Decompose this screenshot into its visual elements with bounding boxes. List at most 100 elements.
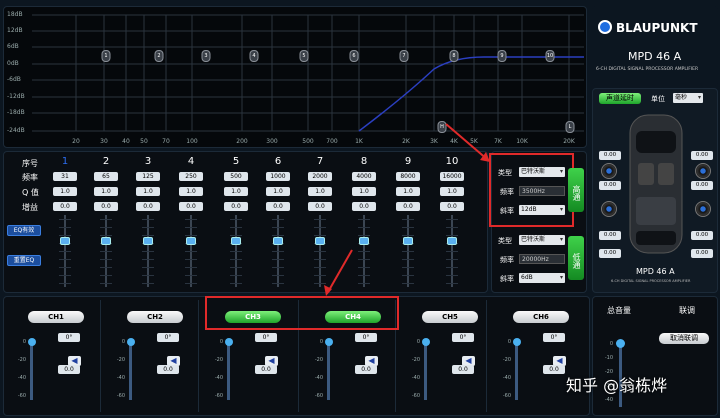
band-gain-input[interactable]: 0.0: [136, 202, 160, 211]
slider-knob[interactable]: [143, 237, 153, 245]
hp-type-select[interactable]: 巴特沃斯: [519, 167, 565, 177]
band-point[interactable]: 3: [201, 50, 211, 62]
hp-freq-input[interactable]: 3500Hz: [519, 186, 565, 196]
band-q-input[interactable]: 1.0: [266, 187, 290, 196]
delay-value[interactable]: 0.00: [599, 151, 621, 160]
channel-volume-value[interactable]: 0.0: [452, 365, 474, 374]
band-freq-input[interactable]: 125: [136, 172, 160, 181]
band-point[interactable]: 10: [545, 50, 555, 62]
band-point[interactable]: 5: [299, 50, 309, 62]
slider-knob[interactable]: [60, 237, 70, 245]
channel-volume-value[interactable]: 0.0: [255, 365, 277, 374]
band-gain-slider[interactable]: [184, 215, 198, 287]
channel-volume-value[interactable]: 0.0: [355, 365, 377, 374]
lowpass-point[interactable]: L: [565, 121, 575, 133]
master-volume-knob[interactable]: [616, 339, 625, 348]
band-gain-slider[interactable]: [58, 215, 72, 287]
slider-knob[interactable]: [359, 237, 369, 245]
band-gain-slider[interactable]: [141, 215, 155, 287]
phase-value[interactable]: 0°: [157, 333, 179, 342]
channel-volume-knob[interactable]: [126, 338, 135, 346]
channel-volume-value[interactable]: 0.0: [543, 365, 565, 374]
band-q-input[interactable]: 1.0: [440, 187, 464, 196]
band-q-input[interactable]: 1.0: [224, 187, 248, 196]
delay-value[interactable]: 0.00: [599, 181, 621, 190]
highpass-point[interactable]: H: [437, 121, 447, 133]
channel-volume-knob[interactable]: [27, 338, 36, 346]
band-q-input[interactable]: 1.0: [352, 187, 376, 196]
band-gain-slider[interactable]: [99, 215, 113, 287]
band-gain-input[interactable]: 0.0: [266, 202, 290, 211]
band-q-input[interactable]: 1.0: [94, 187, 118, 196]
band-gain-slider[interactable]: [229, 215, 243, 287]
speaker-icon[interactable]: [695, 201, 711, 217]
lp-freq-input[interactable]: 20000Hz: [519, 254, 565, 264]
band-point[interactable]: 6: [349, 50, 359, 62]
band-gain-slider[interactable]: [357, 215, 371, 287]
band-gain-input[interactable]: 0.0: [396, 202, 420, 211]
slider-knob[interactable]: [231, 237, 241, 245]
band-gain-slider[interactable]: [271, 215, 285, 287]
channel-volume-value[interactable]: 0.0: [58, 365, 80, 374]
band-q-input[interactable]: 1.0: [308, 187, 332, 196]
band-point[interactable]: 8: [449, 50, 459, 62]
eq-enable-button[interactable]: EQ有效: [7, 225, 41, 236]
channel-volume-knob[interactable]: [224, 338, 233, 346]
delay-value[interactable]: 0.00: [691, 181, 713, 190]
channel-volume-track[interactable]: [515, 340, 518, 400]
band-gain-input[interactable]: 0.0: [53, 202, 77, 211]
band-freq-input[interactable]: 31: [53, 172, 77, 181]
band-point[interactable]: 4: [249, 50, 259, 62]
delay-value[interactable]: 0.00: [599, 249, 621, 258]
band-gain-input[interactable]: 0.0: [94, 202, 118, 211]
band-freq-input[interactable]: 4000: [352, 172, 376, 181]
slider-knob[interactable]: [273, 237, 283, 245]
speaker-icon[interactable]: [601, 163, 617, 179]
band-gain-input[interactable]: 0.0: [352, 202, 376, 211]
phase-value[interactable]: 0°: [355, 333, 377, 342]
channel-volume-value[interactable]: 0.0: [157, 365, 179, 374]
channel-volume-track[interactable]: [327, 340, 330, 400]
band-freq-input[interactable]: 2000: [308, 172, 332, 181]
band-q-input[interactable]: 1.0: [396, 187, 420, 196]
cancel-link-button[interactable]: 取消联调: [659, 333, 709, 344]
band-point[interactable]: 1: [101, 50, 111, 62]
band-point[interactable]: 2: [154, 50, 164, 62]
slider-knob[interactable]: [403, 237, 413, 245]
band-gain-input[interactable]: 0.0: [179, 202, 203, 211]
slider-knob[interactable]: [101, 237, 111, 245]
band-q-input[interactable]: 1.0: [136, 187, 160, 196]
band-freq-input[interactable]: 500: [224, 172, 248, 181]
eq-graph[interactable]: 18dB 12dB 6dB 0dB -6dB -12dB -18dB -24dB…: [3, 6, 587, 148]
band-gain-input[interactable]: 0.0: [224, 202, 248, 211]
band-gain-slider[interactable]: [401, 215, 415, 287]
channel-button[interactable]: CH6: [513, 311, 569, 323]
lp-type-select[interactable]: 巴特沃斯: [519, 235, 565, 245]
band-point[interactable]: 9: [497, 50, 507, 62]
channel-button[interactable]: CH1: [28, 311, 84, 323]
band-gain-input[interactable]: 0.0: [440, 202, 464, 211]
band-freq-input[interactable]: 16000: [440, 172, 464, 181]
unit-select[interactable]: 毫秒: [673, 93, 703, 103]
channel-button[interactable]: CH5: [422, 311, 478, 323]
channel-volume-track[interactable]: [227, 340, 230, 400]
channel-volume-knob[interactable]: [324, 338, 333, 346]
band-gain-slider[interactable]: [445, 215, 459, 287]
channel-volume-track[interactable]: [129, 340, 132, 400]
channel-volume-knob[interactable]: [512, 338, 521, 346]
highpass-button[interactable]: 高通: [568, 168, 584, 212]
tab-delay[interactable]: 声道延时: [599, 93, 641, 104]
band-gain-slider[interactable]: [313, 215, 327, 287]
eq-reset-button[interactable]: 重置EQ: [7, 255, 41, 266]
slider-knob[interactable]: [447, 237, 457, 245]
channel-button[interactable]: CH2: [127, 311, 183, 323]
hp-slope-select[interactable]: 12dB: [519, 205, 565, 215]
band-freq-input[interactable]: 65: [94, 172, 118, 181]
channel-volume-knob[interactable]: [421, 338, 430, 346]
band-q-input[interactable]: 1.0: [53, 187, 77, 196]
band-freq-input[interactable]: 250: [179, 172, 203, 181]
slider-knob[interactable]: [315, 237, 325, 245]
phase-value[interactable]: 0°: [543, 333, 565, 342]
slider-knob[interactable]: [186, 237, 196, 245]
channel-volume-track[interactable]: [424, 340, 427, 400]
